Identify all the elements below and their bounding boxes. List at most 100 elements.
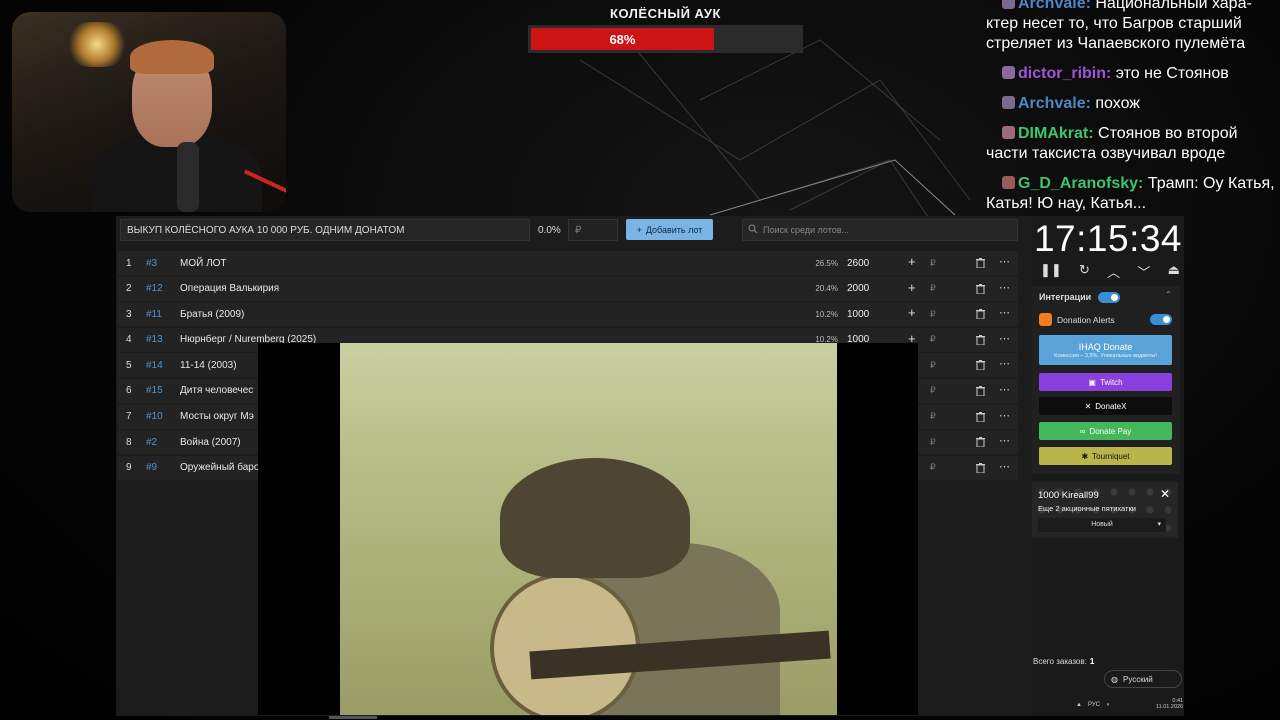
trash-icon[interactable] [976,385,985,396]
lot-name[interactable]: Операция Валькирия [180,283,279,294]
lot-id: #9 [146,462,158,474]
lot-amount: 1000 [847,308,870,320]
lot-currency-input[interactable]: ₽ [930,309,936,320]
lot-number: 9 [126,462,132,474]
plus-icon[interactable]: + [908,254,916,269]
more-icon[interactable]: ⋯ [999,357,1010,370]
trash-icon[interactable] [976,462,985,473]
lot-id: #3 [146,257,158,269]
system-tray: ▲ РУС ◖ 0:41 11.01.2026 [1076,696,1186,714]
ihaq-donate-button[interactable]: IHAQ Donate Комиссия – 3,5%. Уникальные … [1039,335,1172,365]
twitch-button[interactable]: ▣ Twitch [1039,373,1172,391]
horizontal-scrollbar[interactable] [329,716,377,719]
video-player[interactable] [258,343,918,715]
lot-name[interactable]: 11-14 (2003) [180,360,237,371]
lot-currency-input[interactable]: ₽ [930,411,936,422]
lot-currency-input[interactable]: ₽ [930,437,936,448]
donatepay-button[interactable]: ∞ Donate Pay [1039,422,1172,440]
lot-currency-input[interactable]: ₽ [930,334,936,345]
tray-clock[interactable]: 0:41 11.01.2026 [1156,698,1183,710]
more-icon[interactable]: ⋯ [999,332,1010,345]
lot-name[interactable]: Дитя человечес [180,385,253,396]
auction-progress-bar: 68% [528,25,803,53]
notification-message: Еще 2 акционные пятихатки [1038,504,1136,513]
donatex-button[interactable]: ✕ DonateX [1039,397,1172,415]
plus-icon[interactable]: + [908,280,916,295]
notification-status-select[interactable]: Новый ▾ [1038,518,1166,532]
tourniquet-button[interactable]: ✱ Tourniquet [1039,447,1172,465]
donation-notification: 1000 Kireall99 Еще 2 акционные пятихатки… [1032,482,1178,538]
donatepay-icon: ∞ [1079,426,1086,436]
lot-id: #12 [146,283,163,295]
lot-currency-input[interactable]: ₽ [930,462,936,473]
lot-number: 3 [126,308,132,320]
search-icon [748,224,758,234]
integrations-toggle[interactable] [1098,292,1120,303]
chevron-up-icon[interactable]: ︿ [1107,262,1120,281]
lot-id: #10 [146,411,163,423]
close-icon[interactable]: ✕ [1160,487,1170,501]
lot-name[interactable]: Война (2007) [180,437,241,448]
lot-number: 4 [126,334,132,346]
buyout-field[interactable]: ВЫКУП КОЛЁСНОГО АУКА 10 000 РУБ. ОДНИМ Д… [120,219,530,241]
auction-progress-fill: 68% [531,28,714,50]
more-icon[interactable]: ⋯ [999,460,1010,473]
trash-icon[interactable] [976,258,985,268]
chat-nick: Archvale: [1018,0,1091,12]
plus-icon: + [636,224,642,235]
chat-overlay: Archvale: Национальный хара-ктер несет т… [986,0,1280,224]
trash-icon[interactable] [976,309,985,320]
tray-lang[interactable]: РУС [1088,702,1100,708]
plus-icon[interactable]: + [908,305,916,320]
chat-message: G_D_Aranofsky: Трамп: Оу Катья, Катья! Ю… [986,174,1280,214]
chat-nick: DIMAkrat: [1018,125,1094,142]
more-icon[interactable]: ⋯ [999,383,1010,396]
lot-currency-input[interactable]: ₽ [930,385,936,396]
trash-icon[interactable] [976,334,985,345]
lot-currency-input[interactable]: ₽ [930,258,936,269]
reset-icon[interactable]: ↻ [1079,262,1090,281]
more-icon[interactable]: ⋯ [999,434,1010,447]
lot-currency-input[interactable]: ₽ [930,360,936,371]
speaker-icon[interactable]: ◖ [1106,702,1110,708]
auction-title: КОЛЁСНЫЙ АУК [610,6,721,21]
amount-input[interactable]: ₽ [568,219,618,241]
notification-title: 1000 Kireall99 [1038,490,1099,501]
chat-message: DIMAkrat: Стоянов во второй части таксис… [986,124,1280,164]
add-lot-button[interactable]: + Добавить лот [626,219,713,240]
lot-id: #13 [146,334,163,346]
tray-chevron-icon[interactable]: ▲ [1076,702,1082,708]
more-icon[interactable]: ⋯ [999,306,1010,319]
chat-text: это не Стоянов [1115,65,1229,82]
chat-message: dictor_ribin: это не Стоянов [986,64,1280,84]
lot-name[interactable]: Братья (2009) [180,309,244,320]
lot-row[interactable]: 1 #3 МОЙ ЛОТ 26.5% 2600 + ₽ ⋯ [118,251,1018,275]
more-icon[interactable]: ⋯ [999,255,1010,268]
chat-message: Archvale: похож [986,94,1280,114]
more-icon[interactable]: ⋯ [999,409,1010,422]
trash-icon[interactable] [976,360,985,371]
pause-icon[interactable]: ❚❚ [1040,262,1062,281]
trash-icon[interactable] [976,437,985,448]
lot-name[interactable]: Оружейный баро [180,462,259,473]
donation-alerts-toggle[interactable] [1150,314,1172,325]
user-badge-icon [1002,176,1015,189]
lot-currency-input[interactable]: ₽ [930,283,936,294]
more-icon[interactable]: ⋯ [999,281,1010,294]
chevron-down-icon[interactable]: ﹀ [1137,262,1150,281]
stream-scene: КОЛЁСНЫЙ АУК 68% Archvale: Национальный … [0,0,1280,720]
lot-row[interactable]: 2 #12 Операция Валькирия 20.4% 2000 + ₽ ⋯ [118,276,1018,301]
trash-icon[interactable] [976,411,985,422]
lot-name[interactable]: МОЙ ЛОТ [180,258,227,269]
lot-percent: 10.2% [815,309,838,319]
tourniquet-icon: ✱ [1081,451,1089,461]
trash-icon[interactable] [976,283,985,294]
search-input[interactable]: Поиск среди лотов... [742,219,1018,241]
lot-row[interactable]: 3 #11 Братья (2009) 10.2% 1000 + ₽ ⋯ [118,302,1018,327]
language-select[interactable]: ◍ Русский [1104,670,1182,688]
collapse-icon[interactable]: ⌃ [1165,290,1172,299]
user-badge-icon [1002,0,1015,9]
lot-name[interactable]: Мосты округ Мэ [180,411,254,422]
eject-icon[interactable]: ⏏ [1168,262,1180,281]
lot-percent: 20.4% [815,284,838,294]
